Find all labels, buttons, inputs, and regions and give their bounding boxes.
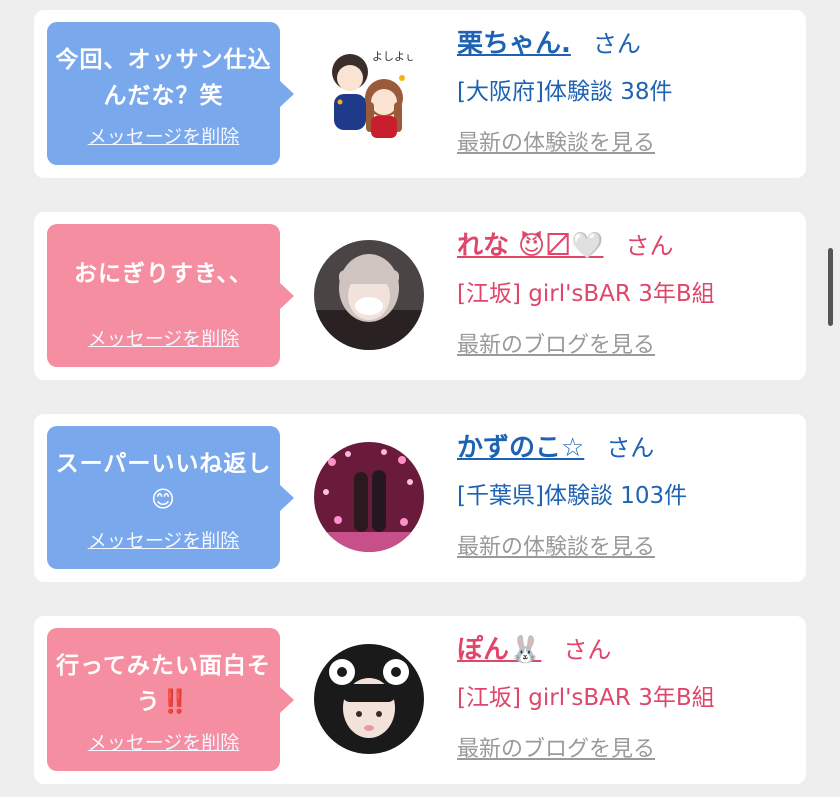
user-detail: [大阪府]体験談 38件 xyxy=(457,79,673,105)
message-bubble: 行ってみたい面白そう‼️ メッセージを削除 xyxy=(47,628,294,771)
user-name-link[interactable]: れな 😈〼🤍 xyxy=(457,231,604,261)
avatar-caption: よしよし xyxy=(372,50,416,63)
profile-photo-icon xyxy=(314,442,424,552)
message-text: 今回、オッサン仕込んだな？笑 xyxy=(55,47,272,109)
avatar[interactable]: よしよし xyxy=(314,38,424,148)
user-info: ぽん🐰 さん [江坂] girl'sBAR 3年B組 最新のブログを見る xyxy=(457,628,797,772)
message-text: おにぎりすき、、 xyxy=(74,261,253,287)
user-info: れな 😈〼🤍 さん [江坂] girl'sBAR 3年B組 最新のブログを見る xyxy=(457,224,797,368)
message-card: 今回、オッサン仕込んだな？笑 メッセージを削除 よしよし 栗ちゃん. さん [大… xyxy=(34,10,806,178)
delete-message-link[interactable]: メッセージを削除 xyxy=(47,122,280,149)
user-detail: [江坂] girl'sBAR 3年B組 xyxy=(457,281,715,307)
message-bubble: 今回、オッサン仕込んだな？笑 メッセージを削除 xyxy=(47,22,294,165)
user-info: かずのこ☆ さん [千葉県]体験談 103件 最新の体験談を見る xyxy=(457,426,797,570)
user-detail: [千葉県]体験談 103件 xyxy=(457,483,688,509)
couple-illustration-icon: よしよし xyxy=(314,38,424,148)
message-card: おにぎりすき、、 メッセージを削除 れな 😈〼🤍 さん [江坂] girl'sBA… xyxy=(34,212,806,380)
avatar[interactable] xyxy=(314,442,424,552)
message-bubble: スーパーいいね返し😊 メッセージを削除 xyxy=(47,426,294,569)
message-card: スーパーいいね返し😊 メッセージを削除 かずのこ☆ さん [千葉県]体験談 10… xyxy=(34,414,806,582)
delete-message-link[interactable]: メッセージを削除 xyxy=(47,526,280,553)
user-info: 栗ちゃん. さん [大阪府]体験談 38件 最新の体験談を見る xyxy=(457,22,797,166)
latest-link[interactable]: 最新の体験談を見る xyxy=(457,526,797,570)
user-name-link[interactable]: かずのこ☆ xyxy=(457,433,584,463)
avatar[interactable] xyxy=(314,644,424,754)
message-text: スーパーいいね返し😊 xyxy=(55,451,272,513)
name-suffix: さん xyxy=(563,636,612,664)
delete-message-link[interactable]: メッセージを削除 xyxy=(47,728,280,755)
user-name-link[interactable]: ぽん🐰 xyxy=(457,635,541,665)
message-text: 行ってみたい面白そう‼️ xyxy=(56,653,271,715)
user-detail: [江坂] girl'sBAR 3年B組 xyxy=(457,685,715,711)
profile-photo-icon xyxy=(314,644,424,754)
latest-link[interactable]: 最新のブログを見る xyxy=(457,728,797,772)
message-bubble: おにぎりすき、、 メッセージを削除 xyxy=(47,224,294,367)
avatar[interactable] xyxy=(314,240,424,350)
name-suffix: さん xyxy=(606,434,655,462)
name-suffix: さん xyxy=(592,30,641,58)
name-suffix: さん xyxy=(625,232,674,260)
user-name-link[interactable]: 栗ちゃん. xyxy=(457,29,571,59)
latest-link[interactable]: 最新のブログを見る xyxy=(457,324,797,368)
message-list: 今回、オッサン仕込んだな？笑 メッセージを削除 よしよし 栗ちゃん. さん [大… xyxy=(0,0,840,797)
latest-link[interactable]: 最新の体験談を見る xyxy=(457,122,797,166)
delete-message-link[interactable]: メッセージを削除 xyxy=(47,324,280,351)
profile-photo-icon xyxy=(314,240,424,350)
scrollbar[interactable] xyxy=(828,248,833,326)
message-card: 行ってみたい面白そう‼️ メッセージを削除 ぽん🐰 さん [江坂] girl'sB… xyxy=(34,616,806,784)
